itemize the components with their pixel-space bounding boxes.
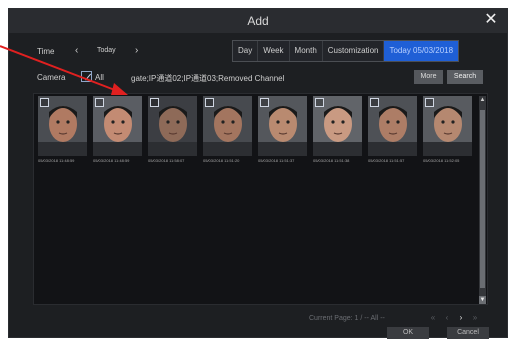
cancel-button[interactable]: Cancel — [447, 327, 489, 339]
prev-day-chevron-icon[interactable]: ‹ — [75, 45, 78, 56]
close-icon[interactable]: ✕ — [483, 12, 499, 28]
ok-button[interactable]: OK — [387, 327, 429, 339]
thumbnail-timestamp: 05/03/2018 11:48:59 — [93, 158, 130, 163]
add-dialog: Add ✕ Time ‹ Today › Day Week Month Cust… — [8, 8, 508, 339]
next-day-chevron-icon[interactable]: › — [135, 45, 138, 56]
pagination-controls: « ‹ › » — [426, 313, 482, 322]
time-label: Time — [37, 47, 55, 56]
time-row: Time ‹ Today › Day Week Month Customizat… — [9, 39, 507, 63]
thumbnail-checkbox[interactable] — [95, 98, 104, 107]
tab-customization[interactable]: Customization — [323, 41, 385, 61]
thumbnail-checkbox[interactable] — [150, 98, 159, 107]
face-thumbnail[interactable]: 05/03/2018 11:51:20 — [203, 96, 252, 166]
face-thumbnail[interactable]: 05/03/2018 11:48:59 — [38, 96, 87, 166]
scroll-down-icon[interactable]: ▼ — [479, 296, 486, 304]
more-button[interactable]: More — [414, 70, 443, 84]
first-page-icon[interactable]: « — [426, 313, 440, 322]
select-all-checkbox[interactable] — [81, 71, 92, 82]
thumbnail-checkbox[interactable] — [315, 98, 324, 107]
face-thumbnail[interactable]: 05/03/2018 11:51:37 — [258, 96, 307, 166]
tab-week[interactable]: Week — [258, 41, 290, 61]
face-thumbnail-grid: 05/03/2018 11:48:59 05/03/2018 11:48:59 05… — [38, 96, 478, 166]
tab-day[interactable]: Day — [233, 41, 259, 61]
pagination-text: Current Page: 1 / -- All -- — [309, 315, 385, 322]
camera-row: Camera All gate;IP通道02;IP通道03;Removed Ch… — [9, 67, 507, 87]
thumbnail-checkbox[interactable] — [40, 98, 49, 107]
tab-today-date[interactable]: Today 05/03/2018 — [384, 41, 459, 61]
face-thumbnail[interactable]: 05/03/2018 11:51:38 — [313, 96, 362, 166]
dialog-title: Add — [247, 14, 269, 28]
selected-channels-text: gate;IP通道02;IP通道03;Removed Channel — [131, 74, 285, 83]
scroll-up-icon[interactable]: ▲ — [479, 96, 486, 104]
thumbnail-timestamp: 05/03/2018 11:51:57 — [368, 158, 405, 163]
thumbnail-timestamp: 05/03/2018 11:51:20 — [203, 158, 240, 163]
thumbnail-timestamp: 05/03/2018 11:58:07 — [148, 158, 185, 163]
thumbnail-timestamp: 05/03/2018 11:48:59 — [38, 158, 75, 163]
thumbnail-timestamp: 05/03/2018 11:51:38 — [313, 158, 350, 163]
search-button[interactable]: Search — [447, 70, 483, 84]
time-range-tabs: Day Week Month Customization Today 05/03… — [232, 40, 460, 62]
face-thumbnail[interactable]: 05/03/2018 11:52:05 — [423, 96, 472, 166]
face-thumbnail[interactable]: 05/03/2018 11:58:07 — [148, 96, 197, 166]
camera-label: Camera — [37, 73, 66, 82]
search-results-panel: 05/03/2018 11:48:59 05/03/2018 11:48:59 05… — [33, 93, 488, 305]
scrollbar-thumb[interactable] — [480, 110, 485, 288]
select-all-label: All — [95, 73, 104, 82]
prev-page-icon[interactable]: ‹ — [440, 313, 454, 322]
face-thumbnail[interactable]: 05/03/2018 11:48:59 — [93, 96, 142, 166]
face-thumbnail[interactable]: 05/03/2018 11:51:57 — [368, 96, 417, 166]
today-date-text[interactable]: Today — [97, 47, 116, 54]
thumbnail-timestamp: 05/03/2018 11:51:37 — [258, 158, 295, 163]
thumbnail-checkbox[interactable] — [260, 98, 269, 107]
thumbnail-timestamp: 05/03/2018 11:52:05 — [423, 158, 460, 163]
dialog-titlebar: Add — [9, 9, 507, 33]
thumbnail-checkbox[interactable] — [205, 98, 214, 107]
dialog-footer: OK Cancel — [9, 327, 507, 339]
thumbnail-checkbox[interactable] — [370, 98, 379, 107]
tab-month[interactable]: Month — [290, 41, 323, 61]
thumbnail-checkbox[interactable] — [425, 98, 434, 107]
results-scrollbar[interactable]: ▲ ▼ — [479, 96, 486, 304]
next-page-icon[interactable]: › — [454, 313, 468, 322]
last-page-icon[interactable]: » — [468, 313, 482, 322]
